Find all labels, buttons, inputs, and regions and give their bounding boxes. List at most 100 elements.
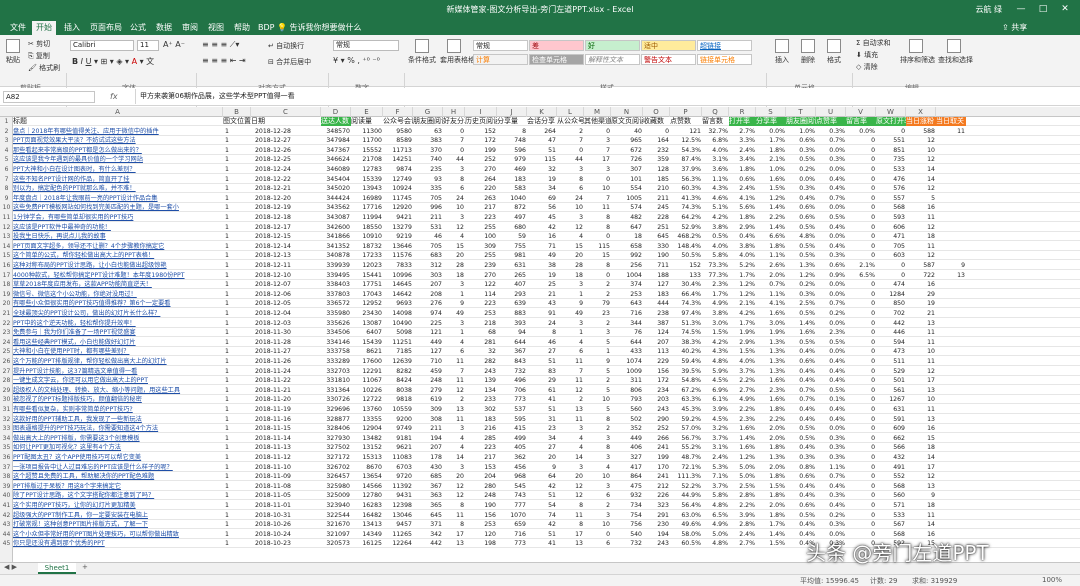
table-cell[interactable]: 0 <box>876 127 906 136</box>
column-title[interactable]: 收藏数 <box>643 117 670 126</box>
cut-button[interactable]: ✂ 剪切 <box>28 39 50 49</box>
table-cell[interactable]: 4 <box>557 232 584 241</box>
table-cell[interactable]: 3 <box>557 424 584 433</box>
table-cell[interactable]: 8 <box>584 223 611 232</box>
table-cell[interactable]: 15 <box>443 242 465 251</box>
table-cell[interactable]: 932 <box>611 491 643 500</box>
table-cell[interactable]: 0 <box>846 146 876 155</box>
article-title-link[interactable]: 年度盘点｜2018年让我眼前一亮的PPT设计作品合集 <box>13 194 223 203</box>
table-cell[interactable]: 1 <box>223 223 251 232</box>
table-cell[interactable]: 335 <box>413 184 443 193</box>
table-cell[interactable]: 576 <box>876 184 906 193</box>
table-cell[interactable]: 2.5% <box>786 299 816 308</box>
table-cell[interactable]: 0.5% <box>786 223 816 232</box>
table-cell[interactable]: 1 <box>223 251 251 260</box>
table-cell[interactable]: 0.4% <box>786 405 816 414</box>
table-cell[interactable] <box>936 338 966 347</box>
table-cell[interactable]: 3.7% <box>702 482 729 491</box>
table-cell[interactable]: 3.6% <box>702 165 729 174</box>
table-cell[interactable]: 32 <box>465 347 497 356</box>
table-cell[interactable]: 8 <box>443 520 465 529</box>
table-cell[interactable]: 308 <box>413 415 443 424</box>
table-cell[interactable]: 1.7% <box>729 271 756 280</box>
table-cell[interactable]: 9818 <box>383 395 413 404</box>
tab-formulas[interactable]: 公式 <box>126 21 150 35</box>
row-number[interactable]: 7 <box>0 175 13 184</box>
tab-home[interactable]: 开始 <box>32 21 56 35</box>
table-cell[interactable]: 346624 <box>321 155 351 164</box>
table-cell[interactable]: 16 <box>906 424 936 433</box>
table-cell[interactable]: 4.1% <box>756 299 786 308</box>
table-cell[interactable]: 6.5% <box>846 271 876 280</box>
table-cell[interactable]: 276 <box>413 299 443 308</box>
table-cell[interactable]: 0 <box>846 405 876 414</box>
table-cell[interactable]: 18 <box>611 232 643 241</box>
table-cell[interactable]: 11713 <box>383 146 413 155</box>
table-cell[interactable]: 230 <box>643 520 670 529</box>
table-cell[interactable]: 1.6% <box>786 328 816 337</box>
table-cell[interactable]: 307 <box>611 165 643 174</box>
table-cell[interactable]: 255 <box>465 223 497 232</box>
table-cell[interactable]: 342 <box>413 530 443 539</box>
table-cell[interactable]: 2018-12-17 <box>251 223 321 232</box>
table-cell[interactable]: 1074 <box>611 357 643 366</box>
table-cell[interactable]: 0.5% <box>816 213 846 222</box>
row-number[interactable]: 41 <box>0 501 13 510</box>
table-cell[interactable]: 705 <box>413 242 443 251</box>
table-cell[interactable]: 0.0% <box>816 290 846 299</box>
column-header-J[interactable]: J <box>497 107 527 117</box>
table-cell[interactable]: 2018-12-25 <box>251 155 321 164</box>
table-cell[interactable]: 1 <box>223 415 251 424</box>
table-cell[interactable]: 17600 <box>351 357 383 366</box>
table-cell[interactable]: 734 <box>611 501 643 510</box>
row-number[interactable]: 16 <box>0 261 13 270</box>
table-cell[interactable]: 1 <box>223 184 251 193</box>
table-cell[interactable]: 1.1% <box>816 463 846 472</box>
table-cell[interactable]: 0.4% <box>816 184 846 193</box>
table-cell[interactable]: 2.0% <box>756 434 786 443</box>
table-cell[interactable]: 432 <box>876 453 906 462</box>
table-cell[interactable]: 0.4% <box>816 405 846 414</box>
table-cell[interactable]: 15441 <box>351 271 383 280</box>
table-cell[interactable]: 329696 <box>321 405 351 414</box>
table-cell[interactable]: 31 <box>527 415 557 424</box>
table-cell[interactable]: 248 <box>413 376 443 385</box>
table-cell[interactable]: 3.8% <box>729 242 756 251</box>
table-cell[interactable]: 11 <box>557 511 584 520</box>
share-button[interactable]: ⇪ 共享 <box>1002 21 1027 35</box>
table-cell[interactable]: 24 <box>557 194 584 203</box>
table-cell[interactable]: 20 <box>443 472 465 481</box>
style-hyperlink[interactable]: 超链接 <box>697 40 752 51</box>
table-cell[interactable]: 64.2% <box>670 213 702 222</box>
table-cell[interactable]: 2 <box>584 376 611 385</box>
table-cell[interactable] <box>936 213 966 222</box>
table-cell[interactable]: 10 <box>584 184 611 193</box>
table-cell[interactable]: 2018-11-30 <box>251 328 321 337</box>
table-cell[interactable]: 5.3% <box>702 463 729 472</box>
row-number[interactable]: 39 <box>0 482 13 491</box>
table-cell[interactable]: 471 <box>876 232 906 241</box>
table-cell[interactable]: 0 <box>846 309 876 318</box>
column-header-N[interactable]: N <box>611 107 643 117</box>
table-cell[interactable]: 711 <box>643 261 670 270</box>
table-cell[interactable]: 743 <box>497 491 527 500</box>
table-cell[interactable]: 1 <box>223 299 251 308</box>
table-cell[interactable]: 2.4% <box>729 146 756 155</box>
table-cell[interactable]: 0 <box>584 232 611 241</box>
table-cell[interactable]: 21 <box>527 290 557 299</box>
column-title[interactable]: 分享率 <box>756 117 786 126</box>
table-cell[interactable]: 11392 <box>383 482 413 491</box>
table-cell[interactable]: 41.3% <box>670 194 702 203</box>
article-title-link[interactable]: 盘点｜2018年有哪些值得关注、应用于微信中的插件 <box>13 127 223 136</box>
table-cell[interactable]: 0 <box>846 242 876 251</box>
table-cell[interactable]: 5 <box>906 194 936 203</box>
table-cell[interactable]: 0 <box>846 328 876 337</box>
table-cell[interactable]: 13 <box>443 539 465 548</box>
table-cell[interactable]: 14566 <box>351 482 383 491</box>
table-cell[interactable]: 252 <box>465 155 497 164</box>
tab-file[interactable]: 文件 <box>6 21 30 35</box>
column-header-A[interactable]: A <box>13 107 223 117</box>
table-cell[interactable]: 38 <box>527 261 557 270</box>
style-calculation[interactable]: 计算 <box>473 54 528 65</box>
table-cell[interactable]: 732 <box>611 539 643 548</box>
